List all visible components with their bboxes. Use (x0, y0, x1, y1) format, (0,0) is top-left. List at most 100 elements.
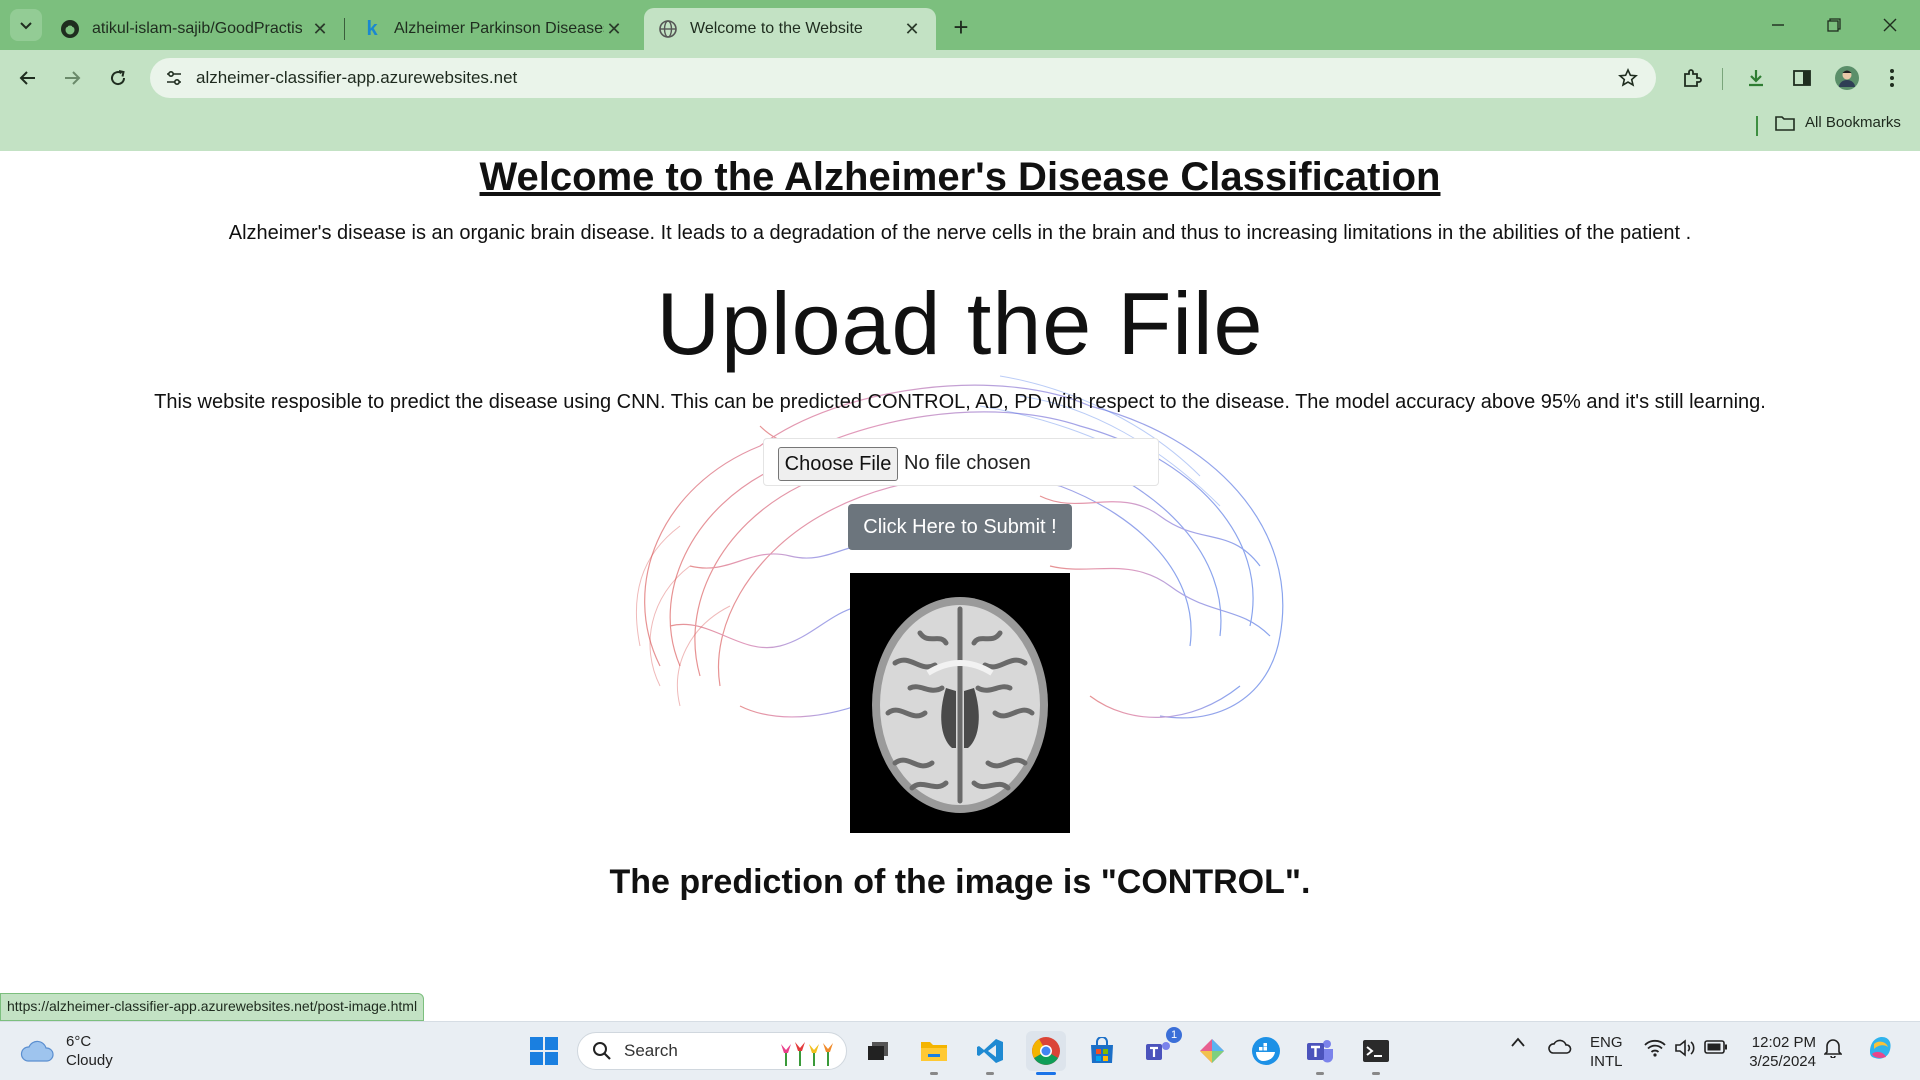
restore-button[interactable] (1808, 8, 1860, 42)
clock-date: 3/25/2024 (1749, 1053, 1816, 1070)
chevron-down-icon (20, 22, 32, 30)
teams-icon (1146, 1042, 1170, 1060)
windows-icon (530, 1037, 558, 1065)
cloud-icon (20, 1040, 54, 1062)
onedrive-icon[interactable] (1548, 1038, 1572, 1054)
page-title: Welcome to the Alzheimer's Disease Class… (479, 155, 1441, 199)
choose-file-button[interactable]: Choose File (778, 447, 898, 481)
show-hidden-icons-button[interactable] (1510, 1036, 1526, 1048)
running-indicator (1372, 1072, 1380, 1075)
notification-badge: 1 (1166, 1027, 1182, 1043)
search-label: Search (624, 1041, 678, 1060)
new-tab-button[interactable]: + (946, 12, 976, 42)
copilot-icon[interactable] (1864, 1032, 1896, 1064)
status-link-preview: https://alzheimer-classifier-app.azurewe… (0, 993, 425, 1021)
file-status-text: No file chosen (904, 452, 1031, 474)
profile-avatar[interactable] (1831, 62, 1863, 94)
taskbar-teams[interactable] (1300, 1031, 1340, 1075)
browser-tab-bar: atikul-islam-sajib/GoodPractise ✕ k Alzh… (0, 0, 1920, 50)
side-panel-icon[interactable] (1786, 62, 1818, 94)
file-input[interactable]: Choose File No file chosen (763, 438, 1159, 486)
browser-toolbar: alzheimer-classifier-app.azurewebsites.n… (0, 50, 1920, 106)
bookmarks-divider (1756, 116, 1758, 136)
chrome-icon (1032, 1037, 1060, 1065)
system-clock[interactable]: 12:02 PM 3/25/2024 (1740, 1033, 1816, 1071)
wifi-icon[interactable] (1644, 1039, 1666, 1057)
all-bookmarks-button[interactable]: All Bookmarks (1775, 114, 1901, 131)
submit-button[interactable]: Click Here to Submit ! (848, 504, 1072, 550)
taskbar-docker[interactable] (1246, 1031, 1286, 1071)
url-text[interactable]: alzheimer-classifier-app.azurewebsites.n… (196, 68, 517, 88)
diamond-app-icon (1200, 1039, 1224, 1063)
toolbar-divider (1722, 68, 1723, 90)
tab-search-button[interactable] (10, 9, 42, 41)
site-info-icon[interactable] (162, 66, 186, 90)
running-indicator (1036, 1072, 1056, 1075)
vscode-icon (977, 1039, 1003, 1063)
close-icon[interactable]: ✕ (310, 19, 330, 40)
description-text: This website resposible to predict the d… (154, 391, 1766, 413)
address-bar[interactable]: alzheimer-classifier-app.azurewebsites.n… (150, 58, 1656, 98)
menu-icon[interactable] (1876, 62, 1908, 94)
tab-title: Welcome to the Website (690, 20, 863, 37)
taskbar-git-app[interactable] (1192, 1031, 1232, 1071)
weather-desc: Cloudy (66, 1052, 113, 1069)
download-icon[interactable] (1740, 62, 1772, 94)
notifications-bell-icon[interactable] (1824, 1038, 1842, 1058)
volume-icon[interactable] (1674, 1039, 1696, 1057)
weather-widget[interactable]: 6°C Cloudy (20, 1032, 113, 1070)
running-indicator (1316, 1072, 1324, 1075)
search-icon (593, 1042, 611, 1060)
page-content: Welcome to the Alzheimer's Disease Class… (0, 151, 1920, 1021)
intro-text: Alzheimer's disease is an organic brain … (228, 222, 1692, 244)
taskbar-vscode[interactable] (970, 1031, 1010, 1075)
taskbar-teams-classic[interactable]: 1 (1138, 1027, 1182, 1071)
keyboard-layout: INTL (1590, 1053, 1623, 1070)
tab-divider (344, 18, 345, 40)
clock-time: 12:02 PM (1751, 1034, 1816, 1051)
back-button[interactable] (12, 62, 44, 94)
prediction-result: The prediction of the image is "CONTROL"… (609, 863, 1311, 901)
taskbar-file-explorer[interactable] (914, 1031, 954, 1075)
taskbar-store[interactable] (1082, 1031, 1122, 1071)
store-icon (1091, 1037, 1113, 1063)
close-icon[interactable]: ✕ (902, 19, 922, 40)
start-button[interactable] (524, 1031, 564, 1071)
back-arrow-icon (19, 71, 35, 85)
github-icon (60, 19, 80, 39)
tab-welcome[interactable]: Welcome to the Website ✕ (644, 8, 936, 50)
restore-icon (1827, 18, 1841, 32)
reload-icon (111, 70, 126, 86)
language-code: ENG (1590, 1034, 1623, 1051)
tab-kaggle[interactable]: k Alzheimer Parkinson Diseases 3 ✕ (348, 8, 638, 50)
folder-icon (921, 1042, 947, 1061)
extensions-icon[interactable] (1676, 62, 1708, 94)
chevron-up-icon (1511, 1037, 1525, 1047)
taskbar-chrome[interactable] (1026, 1031, 1066, 1075)
minimize-icon (1772, 24, 1784, 26)
tab-github[interactable]: atikul-islam-sajib/GoodPractise ✕ (46, 8, 344, 50)
terminal-icon (1363, 1040, 1389, 1062)
running-indicator (930, 1072, 938, 1075)
running-indicator (986, 1072, 994, 1075)
minimize-button[interactable] (1752, 8, 1804, 42)
upload-title: Upload the File (656, 274, 1264, 373)
reload-button[interactable] (102, 62, 134, 94)
teams-icon (1307, 1040, 1333, 1063)
task-view-button[interactable] (858, 1031, 898, 1071)
bookmarks-bar: All Bookmarks (0, 106, 1920, 151)
bookmark-star-icon[interactable] (1616, 66, 1640, 90)
battery-icon[interactable] (1704, 1040, 1728, 1054)
folder-icon (1775, 115, 1795, 131)
weather-temp: 6°C (66, 1033, 92, 1050)
forward-arrow-icon (65, 71, 81, 85)
taskbar-search[interactable]: Search (577, 1032, 847, 1070)
language-indicator[interactable]: ENG INTL (1590, 1033, 1623, 1071)
close-icon[interactable]: ✕ (604, 19, 624, 40)
docker-icon (1252, 1037, 1280, 1065)
close-window-button[interactable] (1864, 8, 1916, 42)
tab-title: atikul-islam-sajib/GoodPractise (92, 20, 302, 37)
tab-title: Alzheimer Parkinson Diseases 3 (394, 20, 604, 37)
taskbar-terminal[interactable] (1356, 1031, 1396, 1075)
forward-button[interactable] (56, 62, 88, 94)
